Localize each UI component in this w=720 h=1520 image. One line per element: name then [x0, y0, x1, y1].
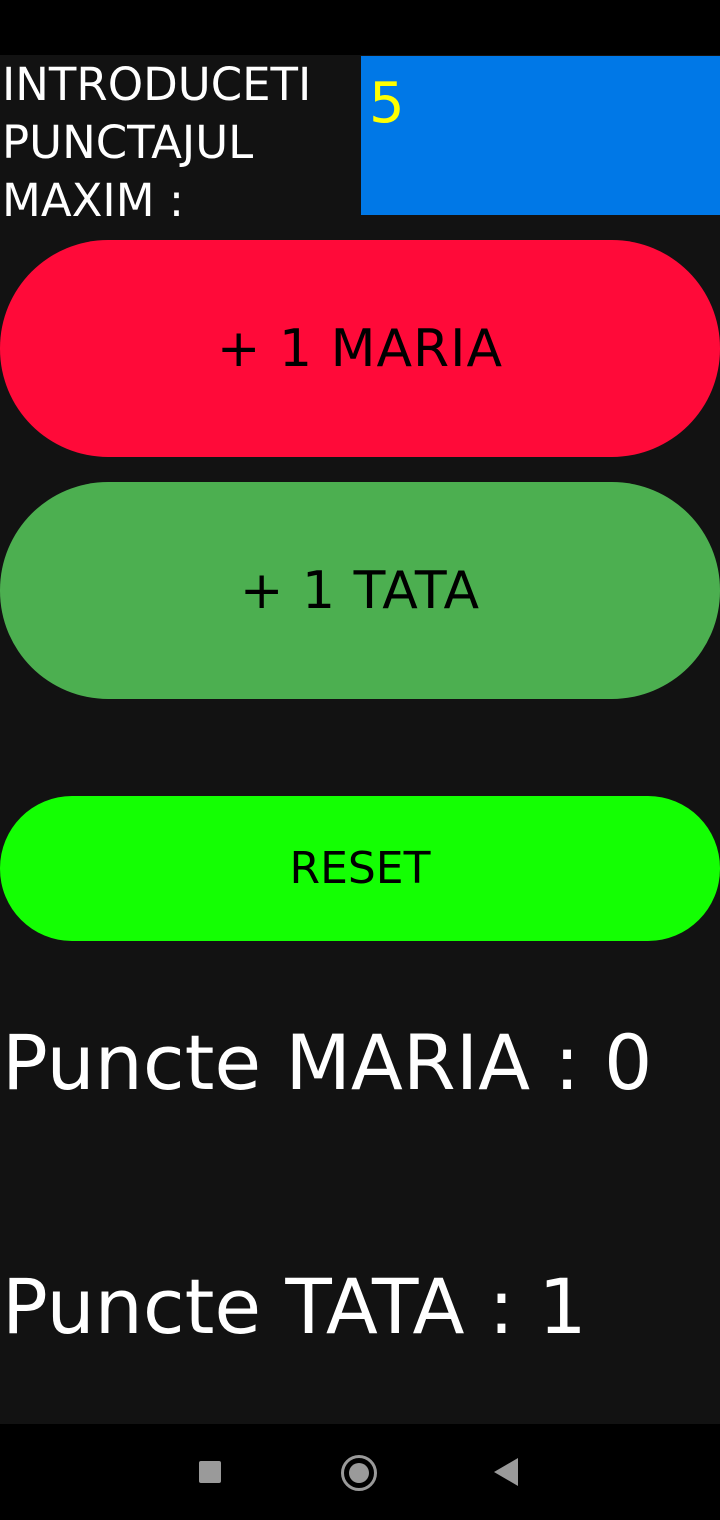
recent-apps-icon[interactable]	[199, 1461, 221, 1483]
back-icon[interactable]	[494, 1458, 518, 1486]
status-bar	[0, 0, 720, 55]
score-maria-text: Puncte MARIA : 0	[2, 1018, 653, 1107]
home-icon[interactable]	[341, 1455, 377, 1491]
add-point-tata-button[interactable]: + 1 TATA	[0, 482, 720, 699]
navigation-bar	[0, 1424, 720, 1520]
app-screen: INTRODUCETI PUNCTAJUL MAXIM : 5 + 1 MARI…	[0, 0, 720, 1520]
reset-button[interactable]: RESET	[0, 796, 720, 941]
add-point-maria-button[interactable]: + 1 MARIA	[0, 240, 720, 457]
max-score-label: INTRODUCETI PUNCTAJUL MAXIM :	[2, 58, 312, 227]
max-score-input[interactable]: 5	[361, 56, 720, 215]
score-tata-text: Puncte TATA : 1	[2, 1262, 587, 1351]
